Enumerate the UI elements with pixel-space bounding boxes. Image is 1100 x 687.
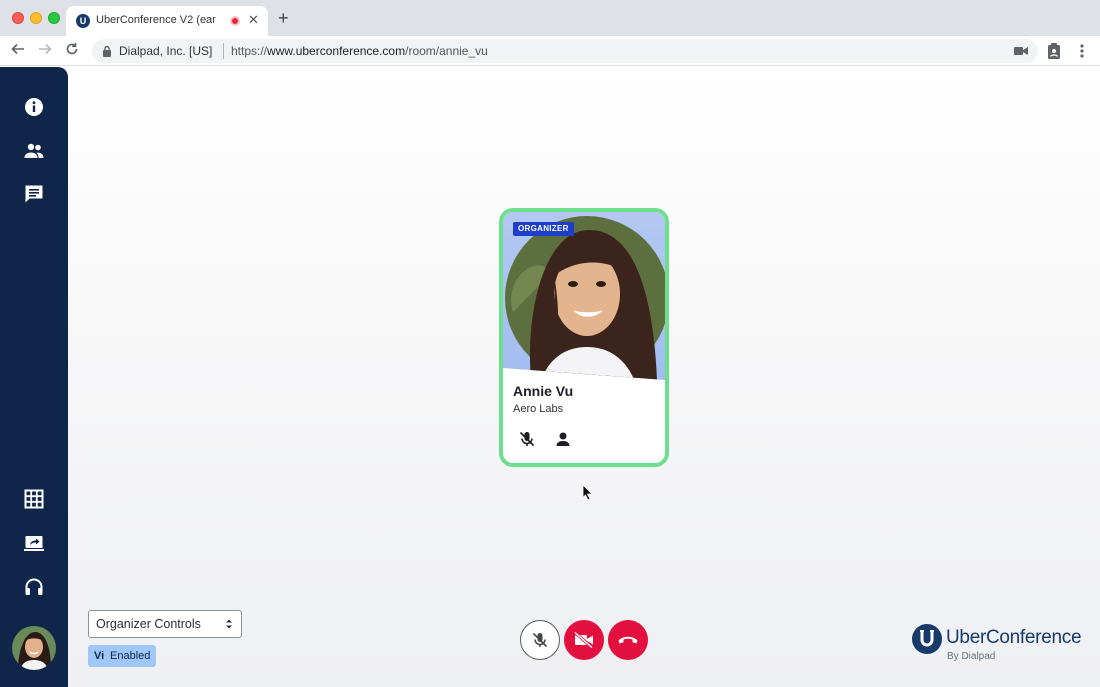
self-avatar[interactable]: [12, 626, 56, 670]
brand-name: UberConference: [946, 627, 1082, 648]
screenshare-icon[interactable]: [23, 532, 45, 554]
vi-enabled-badge[interactable]: Vi Enabled: [88, 645, 156, 667]
new-tab-button[interactable]: +: [278, 9, 289, 27]
avatar-photo-icon: [12, 626, 56, 670]
vi-logo: Vi: [94, 650, 105, 662]
mouse-cursor-icon: [582, 484, 593, 500]
participant-photo: [503, 212, 665, 380]
participant-card[interactable]: ORGANIZER Annie Vu Aero Labs: [499, 208, 669, 467]
chat-icon[interactable]: [23, 183, 45, 205]
grid-icon[interactable]: [23, 488, 45, 510]
organizer-controls-label: Organizer Controls: [96, 617, 201, 631]
browser-tab-bar: U UberConference V2 (early ✕ +: [0, 0, 1100, 36]
mute-button[interactable]: [520, 620, 560, 660]
left-sidebar: [0, 67, 68, 687]
brand-byline: By Dialpad: [947, 651, 996, 662]
organizer-badge: ORGANIZER: [513, 222, 574, 236]
window-minimize-button[interactable]: [30, 12, 42, 24]
camera-in-use-icon[interactable]: [1014, 45, 1028, 57]
url-separator: [223, 43, 224, 59]
more-menu-icon[interactable]: [1074, 42, 1090, 60]
uberconference-favicon-icon: U: [76, 14, 90, 28]
browser-toolbar: Dialpad, Inc. [US] https://www.uberconfe…: [0, 36, 1100, 66]
video-toggle-button[interactable]: [564, 620, 604, 660]
address-bar[interactable]: Dialpad, Inc. [US] https://www.uberconfe…: [92, 39, 1038, 63]
muted-mic-icon[interactable]: [518, 430, 536, 448]
reload-icon: [66, 43, 78, 55]
participant-name: Annie Vu: [513, 383, 574, 399]
window-close-button[interactable]: [12, 12, 24, 24]
url-text: https://www.uberconference.com/room/anni…: [231, 44, 488, 58]
organizer-controls-select[interactable]: Organizer Controls: [88, 610, 242, 638]
recording-indicator-icon: [230, 16, 240, 26]
person-icon[interactable]: [554, 430, 572, 448]
site-origin: Dialpad, Inc. [US]: [119, 44, 213, 58]
phone-hangup-icon: [618, 636, 638, 644]
tab-close-icon[interactable]: ✕: [248, 12, 259, 28]
muted-mic-icon: [532, 632, 548, 648]
tab-title: UberConference V2 (early: [96, 14, 216, 26]
lock-icon: [103, 45, 111, 57]
info-icon[interactable]: [23, 96, 45, 118]
reload-button[interactable]: [64, 42, 80, 58]
forward-arrow-icon: [39, 43, 52, 55]
uberconference-logo-icon: [912, 624, 942, 654]
window-zoom-button[interactable]: [48, 12, 60, 24]
back-arrow-icon: [11, 43, 24, 55]
back-button[interactable]: [10, 42, 26, 58]
forward-button[interactable]: [37, 42, 53, 58]
people-icon[interactable]: [23, 140, 45, 162]
participant-company: Aero Labs: [513, 403, 564, 415]
select-updown-icon: [226, 619, 232, 629]
conference-room: ORGANIZER Annie Vu Aero Labs Organizer C…: [0, 67, 1100, 687]
browser-tab[interactable]: U UberConference V2 (early ✕: [66, 6, 268, 36]
video-off-icon: [574, 631, 593, 649]
extension-clipboard-icon[interactable]: [1046, 42, 1062, 60]
hang-up-button[interactable]: [608, 620, 648, 660]
vi-status: Enabled: [110, 650, 151, 662]
headset-icon[interactable]: [23, 576, 45, 598]
